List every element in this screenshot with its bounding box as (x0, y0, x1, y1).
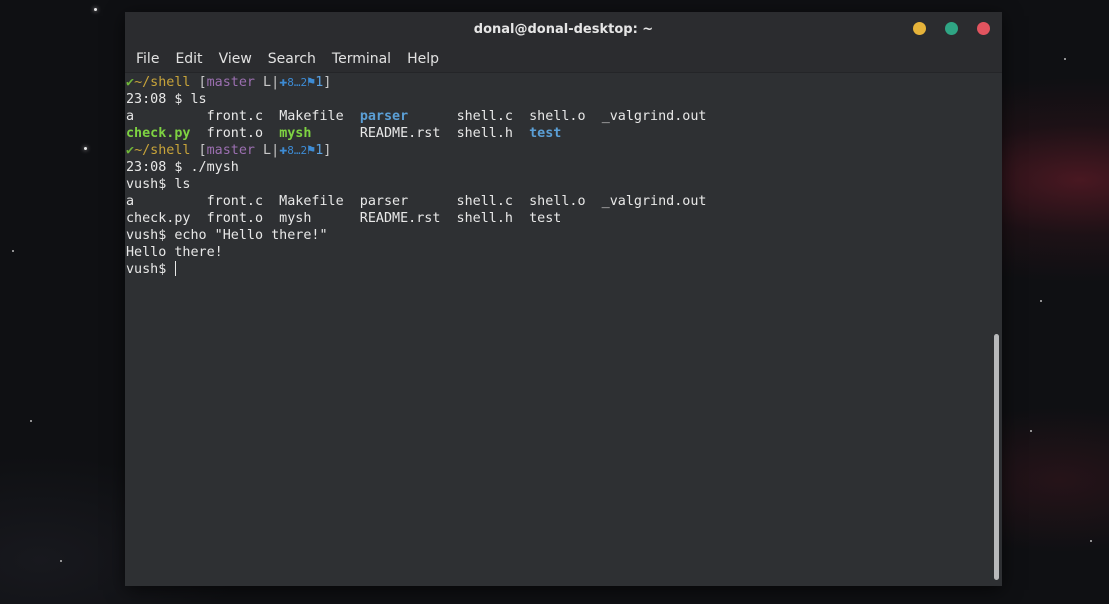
menu-file[interactable]: File (128, 51, 167, 67)
executable-entry: mysh (279, 126, 312, 141)
command-line: vush$ echo "Hello there!" (126, 228, 328, 243)
command-output: Hello there! (126, 245, 223, 260)
star (1064, 58, 1066, 60)
prompt-branch: master (206, 75, 255, 90)
menu-bar: File Edit View Search Terminal Help (125, 46, 1002, 72)
star (1090, 540, 1092, 542)
shell-prompt: vush$ (126, 262, 175, 277)
file-entry: _valgrind.out (601, 109, 707, 124)
prompt-bracket: [ (190, 143, 207, 158)
directory-entry: parser (359, 109, 409, 124)
close-button[interactable] (977, 22, 990, 35)
star (1030, 430, 1032, 432)
prompt-cwd: ~/shell (134, 75, 191, 90)
ls-output-row: a front.c Makefile parser shell.c shell.… (126, 108, 1002, 125)
window-controls (913, 22, 990, 35)
menu-view[interactable]: View (211, 51, 260, 67)
prompt-ahead: 8…2 (287, 76, 308, 89)
command-line: vush$ ls (126, 177, 191, 192)
terminal-window: donal@donal-desktop: ~ File Edit View Se… (125, 12, 1002, 586)
prompt-bracket: ] (323, 75, 332, 90)
flag-icon: ⚑ (307, 75, 316, 90)
prompt-upstream: L| (255, 75, 280, 90)
git-prompt-line: ✔~/shell [master L|✚8…2⚑1] (126, 142, 1002, 159)
menu-help[interactable]: Help (399, 51, 447, 67)
menu-search[interactable]: Search (260, 51, 324, 67)
check-icon: ✔ (126, 75, 135, 90)
file-entry: shell.o (529, 109, 602, 124)
star (94, 8, 97, 11)
command-line: 23:08 $ ./mysh (126, 160, 239, 175)
flag-icon: ⚑ (307, 143, 316, 158)
prompt-branch: master (206, 143, 255, 158)
file-entry: shell.h (456, 126, 530, 141)
file-entry: shell.c (456, 109, 530, 124)
scrollbar[interactable] (994, 73, 1000, 586)
terminal-area[interactable]: ✔~/shell [master L|✚8…2⚑1] 23:08 $ ls a … (125, 72, 1002, 586)
prompt-ahead: 8…2 (287, 144, 308, 157)
star (12, 250, 14, 252)
check-icon: ✔ (126, 143, 135, 158)
window-title: donal@donal-desktop: ~ (473, 21, 654, 37)
star (30, 420, 32, 422)
menu-edit[interactable]: Edit (167, 51, 210, 67)
file-entry: a (126, 109, 207, 124)
file-entry: front.o (206, 126, 280, 141)
file-entry: front.c (206, 109, 280, 124)
title-bar[interactable]: donal@donal-desktop: ~ (125, 12, 1002, 46)
maximize-button[interactable] (945, 22, 958, 35)
star (1040, 300, 1042, 302)
git-prompt-line: ✔~/shell [master L|✚8…2⚑1] (126, 74, 1002, 91)
ls-output-row: check.py front.o mysh README.rst shell.h… (126, 125, 1002, 142)
current-prompt-line[interactable]: vush$ (126, 261, 1002, 278)
prompt-cwd: ~/shell (134, 143, 191, 158)
text-cursor (175, 261, 177, 276)
file-entry: README.rst (359, 126, 457, 141)
star (84, 147, 87, 150)
ls-output-row: check.py front.o mysh README.rst shell.h… (126, 211, 562, 226)
directory-entry: test (529, 126, 562, 141)
file-entry: Makefile (279, 109, 360, 124)
scrollbar-thumb[interactable] (994, 334, 999, 580)
prompt-upstream: L| (255, 143, 280, 158)
prompt-bracket: ] (323, 143, 332, 158)
menu-terminal[interactable]: Terminal (324, 51, 399, 67)
executable-entry: check.py (126, 126, 191, 141)
prompt-bracket: [ (190, 75, 207, 90)
minimize-button[interactable] (913, 22, 926, 35)
command-line: 23:08 $ ls (126, 92, 207, 107)
ls-output-row: a front.c Makefile parser shell.c shell.… (126, 194, 707, 209)
star (60, 560, 62, 562)
